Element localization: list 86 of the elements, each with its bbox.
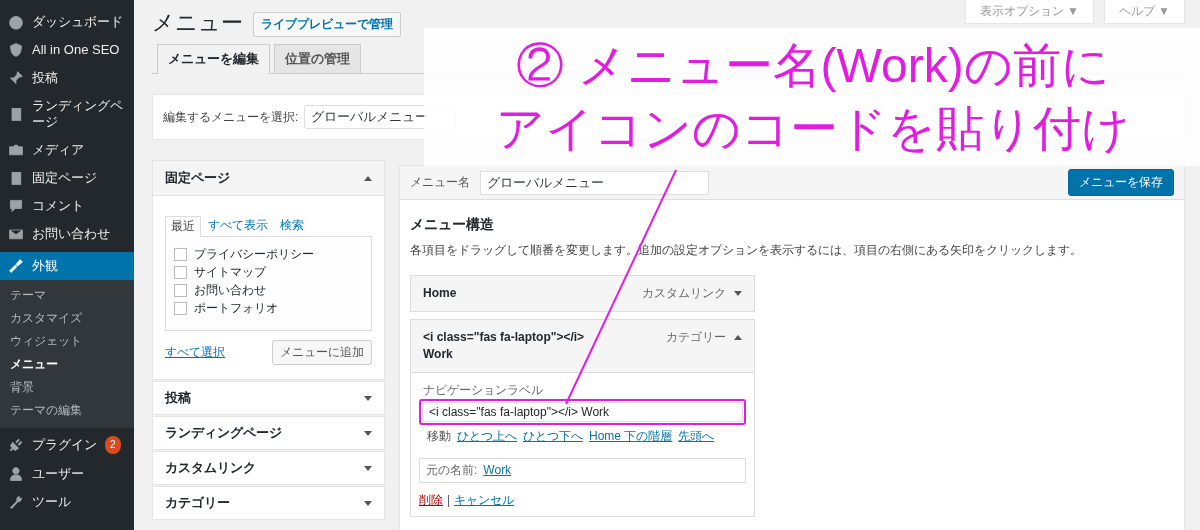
sidebar-item[interactable]: All in One SEO: [0, 36, 134, 64]
move-link[interactable]: Home 下の階層: [589, 429, 673, 444]
panel-tab[interactable]: すべて表示: [203, 216, 273, 236]
original-name-label: 元の名前:: [426, 463, 478, 478]
accordion-title: ランディングページ: [165, 425, 282, 441]
submenu-item[interactable]: 背景: [0, 376, 134, 399]
item-type-label: カテゴリー: [666, 329, 726, 346]
sidebar-icon: [8, 70, 24, 86]
accordion-header[interactable]: 固定ページ: [153, 161, 384, 196]
sidebar-item[interactable]: コメント: [0, 192, 134, 220]
submenu-item[interactable]: ウィジェット: [0, 330, 134, 353]
panel-tab[interactable]: 検索: [275, 216, 309, 236]
page-title: メニュー: [152, 9, 243, 37]
update-count-badge: 2: [105, 436, 121, 454]
sidebar-icon: [8, 42, 24, 58]
separator-text: |: [447, 493, 451, 508]
submenu-item[interactable]: テーマの編集: [0, 399, 134, 422]
item-type-label: カスタムリンク: [642, 285, 726, 302]
sidebar-item[interactable]: ツール: [0, 488, 134, 516]
section-heading: メニュー構造: [410, 216, 495, 234]
sidebar-item[interactable]: お問い合わせ: [0, 220, 134, 248]
sidebar-icon: [8, 494, 24, 510]
checkbox[interactable]: [174, 302, 187, 315]
checkbox-label: ポートフォリオ: [194, 301, 278, 316]
sidebar-item[interactable]: 外観: [0, 252, 134, 280]
annotation-text: ② メニュー名(Work)の前に: [516, 37, 1110, 93]
sidebar-item[interactable]: 投稿: [0, 64, 134, 92]
toggle-arrow-icon[interactable]: [734, 335, 742, 340]
delete-link[interactable]: 削除: [419, 493, 443, 508]
sidebar-icon: [8, 437, 24, 453]
move-link[interactable]: 先頭へ: [678, 429, 715, 444]
submenu-item[interactable]: メニュー: [0, 353, 134, 376]
checkbox-label: お問い合わせ: [194, 283, 266, 298]
menu-name-field[interactable]: グローバルメニュー: [480, 170, 709, 195]
accordion-header[interactable]: カテゴリー: [153, 487, 384, 519]
sidebar-icon: [8, 226, 24, 242]
checkbox[interactable]: [174, 266, 187, 279]
accordion-header[interactable]: ランディングページ: [153, 417, 384, 449]
sidebar-item[interactable]: ユーザー: [0, 460, 134, 488]
move-label: 移動: [427, 429, 451, 444]
toggle-arrow-icon[interactable]: [734, 291, 742, 296]
panel-tab[interactable]: 最近: [165, 216, 201, 237]
accordion-title: 投稿: [165, 390, 191, 406]
sidebar-item[interactable]: プラグイン 2: [0, 430, 134, 460]
sidebar-icon: [8, 198, 24, 214]
move-link[interactable]: ひとつ上へ: [457, 429, 517, 444]
sidebar-icon: [8, 466, 24, 482]
add-to-menu-button[interactable]: メニューに追加: [272, 340, 372, 365]
sidebar-item[interactable]: メディア: [0, 136, 134, 164]
sidebar-icon: [8, 142, 24, 158]
original-link[interactable]: Work: [483, 463, 512, 478]
select-label: 編集するメニューを選択:: [163, 108, 299, 126]
menu-item-title: Home: [423, 285, 458, 302]
navigation-label-field[interactable]: <i class="fas fa-laptop"></i> Work: [422, 402, 743, 422]
sidebar-icon: [8, 106, 24, 122]
checkbox-label: サイトマップ: [194, 265, 266, 280]
accordion-header[interactable]: 投稿: [153, 382, 384, 414]
sidebar-item[interactable]: ランディングページ: [0, 92, 134, 136]
menu-item-header[interactable]: <i class="fas fa-laptop"></i> Work カテゴリー: [411, 320, 754, 372]
move-link[interactable]: ひとつ下へ: [523, 429, 583, 444]
sidebar-icon: [8, 170, 24, 186]
live-preview-button[interactable]: ライブプレビューで管理: [253, 12, 401, 37]
sidebar-item[interactable]: 固定ページ: [0, 164, 134, 192]
save-menu-button[interactable]: メニューを保存: [1068, 169, 1174, 196]
accordion-title: カテゴリー: [165, 495, 230, 511]
menu-name-label: メニュー名: [410, 174, 470, 191]
submenu-item[interactable]: テーマ: [0, 284, 134, 307]
menu-item-header[interactable]: Home カスタムリンク: [411, 276, 754, 311]
submenu-item[interactable]: カスタマイズ: [0, 307, 134, 330]
annotation-text: アイコンのコードを貼り付け: [496, 101, 1130, 157]
sidebar-icon: [8, 258, 24, 274]
page-tab[interactable]: 位置の管理: [274, 44, 361, 73]
sidebar-icon: [8, 14, 24, 30]
accordion-title: 固定ページ: [165, 170, 230, 186]
checkbox-label: プライバシーポリシー: [194, 247, 314, 262]
page-tab[interactable]: メニューを編集: [157, 44, 270, 74]
accordion-title: カスタムリンク: [165, 460, 256, 476]
checkbox[interactable]: [174, 284, 187, 297]
menu-item-title: <i class="fas fa-laptop"></i> Work: [423, 329, 586, 363]
accordion-header[interactable]: カスタムリンク: [153, 452, 384, 484]
sidebar-item[interactable]: ダッシュボード: [0, 8, 134, 36]
field-caption: ナビゲーションラベル: [423, 383, 544, 398]
select-all-link[interactable]: すべて選択: [165, 344, 225, 361]
cancel-link[interactable]: キャンセル: [454, 493, 515, 508]
instruction-text: 各項目をドラッグして順番を変更します。追加の設定オプションを表示するには、項目の右側にある矢印をクリックします。: [410, 242, 1083, 259]
checkbox[interactable]: [174, 248, 187, 261]
